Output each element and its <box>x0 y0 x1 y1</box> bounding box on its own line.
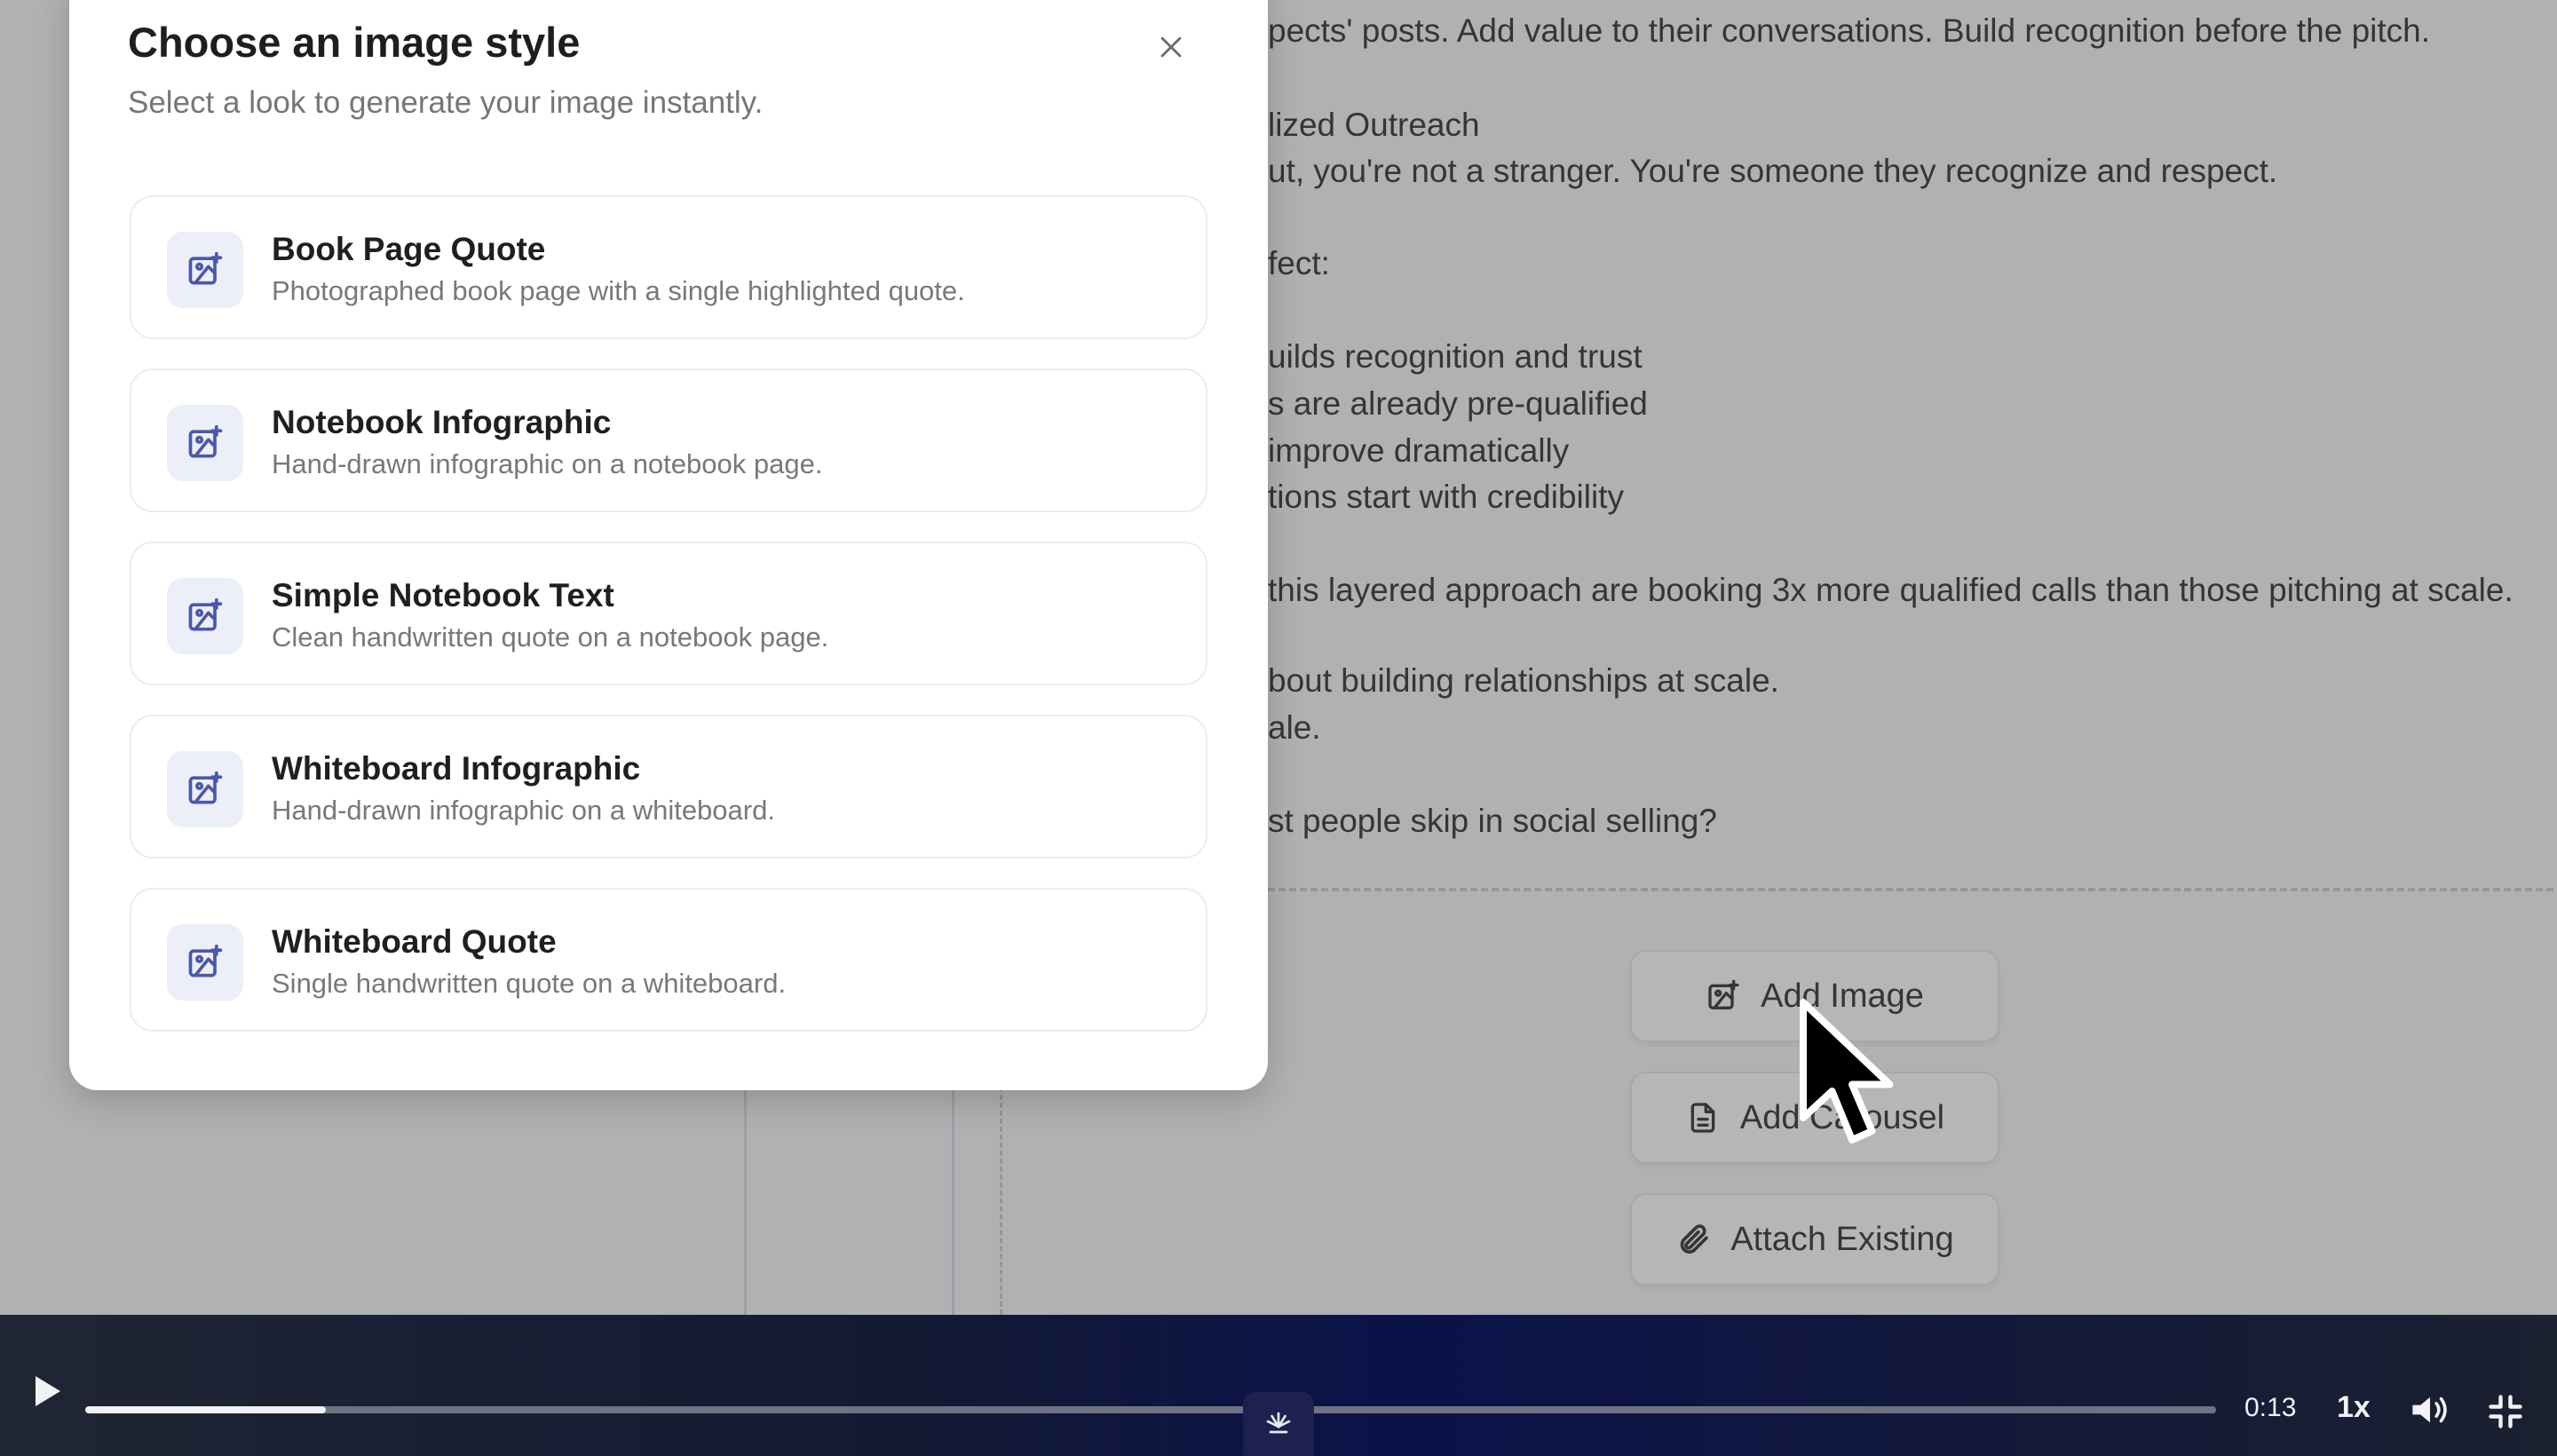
sparkle-logo-icon <box>1266 1412 1291 1434</box>
option-title: Whiteboard Quote <box>272 923 557 960</box>
option-title: Notebook Infographic <box>272 404 612 440</box>
style-option-whiteboard-infographic[interactable]: Whiteboard Infographic Hand-drawn infogr… <box>130 715 1207 859</box>
option-title: Simple Notebook Text <box>272 577 614 613</box>
close-icon <box>1160 36 1182 58</box>
fullscreen-exit-icon[interactable] <box>2486 1392 2525 1431</box>
play-icon[interactable] <box>25 1370 67 1412</box>
option-description: Photographed book page with a single hig… <box>272 275 965 306</box>
playback-speed-button[interactable]: 1x <box>2337 1390 2371 1425</box>
modal-subtitle: Select a look to generate your image ins… <box>128 85 764 120</box>
image-sparkle-icon <box>167 751 243 827</box>
image-sparkle-icon <box>167 232 243 308</box>
option-description: Hand-drawn infographic on a notebook pag… <box>272 448 823 479</box>
close-button[interactable] <box>1149 25 1193 69</box>
progress-fill <box>85 1406 327 1413</box>
style-option-notebook-infographic[interactable]: Notebook Infographic Hand-drawn infograp… <box>130 368 1207 512</box>
option-title: Book Page Quote <box>272 231 546 267</box>
image-sparkle-icon <box>167 405 243 481</box>
playback-time: 0:13 <box>2244 1393 2297 1422</box>
option-description: Clean handwritten quote on a notebook pa… <box>272 621 829 653</box>
image-sparkle-icon <box>167 924 243 1001</box>
style-option-whiteboard-quote[interactable]: Whiteboard Quote Single handwritten quot… <box>130 888 1207 1032</box>
volume-icon[interactable] <box>2408 1390 2452 1429</box>
option-title: Whiteboard Infographic <box>272 750 641 787</box>
modal-title: Choose an image style <box>128 19 581 66</box>
player-logo-tab[interactable] <box>1243 1392 1314 1456</box>
image-sparkle-icon <box>167 578 243 654</box>
option-description: Single handwritten quote on a whiteboard… <box>272 968 787 999</box>
style-option-simple-notebook-text[interactable]: Simple Notebook Text Clean handwritten q… <box>130 542 1207 685</box>
progress-track[interactable] <box>85 1406 2216 1413</box>
option-description: Hand-drawn infographic on a whiteboard. <box>272 795 775 826</box>
mouse-cursor-icon <box>1800 999 1894 1143</box>
style-option-book-page-quote[interactable]: Book Page Quote Photographed book page w… <box>130 195 1207 339</box>
image-style-modal: Choose an image style Select a look to g… <box>69 0 1268 1090</box>
